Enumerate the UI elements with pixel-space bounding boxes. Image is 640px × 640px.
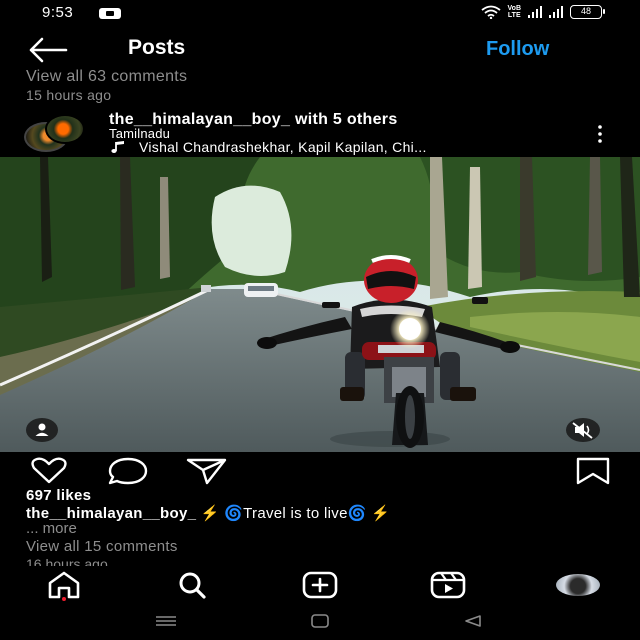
person-icon <box>35 423 49 436</box>
collaborator-avatar[interactable] <box>45 114 85 144</box>
heart-icon[interactable] <box>28 456 74 486</box>
volte-indicator: VoB LTE <box>508 5 521 19</box>
recent-apps-icon[interactable] <box>153 614 179 628</box>
post-caption: the__himalayan__boy_ ⚡ 🌀Travel is to liv… <box>26 504 390 522</box>
collaborators-link[interactable]: with 5 others <box>295 111 398 128</box>
caption-text: ⚡ 🌀Travel is to live🌀 ⚡ <box>200 505 391 522</box>
bookmark-icon[interactable] <box>570 456 616 486</box>
home-icon[interactable] <box>44 570 84 600</box>
plus-square-icon[interactable] <box>300 570 340 600</box>
likes-count[interactable]: 697 likes <box>26 487 91 504</box>
profile-avatar[interactable] <box>556 574 600 596</box>
notification-dot <box>62 597 66 601</box>
back-button-icon[interactable] <box>462 614 484 628</box>
message-notification-icon <box>99 8 121 19</box>
page-title: Posts <box>128 36 186 59</box>
wifi-icon <box>480 5 501 19</box>
view-comments-link[interactable]: View all 15 comments <box>26 538 178 555</box>
caption-more-link[interactable]: ... more <box>26 520 77 537</box>
paper-plane-icon[interactable] <box>184 456 230 486</box>
previous-post-time: 15 hours ago <box>26 87 112 103</box>
signal-icon-2 <box>549 6 563 18</box>
search-icon[interactable] <box>172 570 212 600</box>
follow-button[interactable]: Follow <box>486 38 549 61</box>
speaker-icon <box>572 422 593 439</box>
volte-top-label: VoB <box>507 5 521 12</box>
person-tag-icon[interactable] <box>26 418 58 442</box>
music-note-icon <box>111 141 124 153</box>
status-time: 9:53 <box>42 4 74 21</box>
previous-view-comments-link[interactable]: View all 63 comments <box>26 68 187 86</box>
home-button-icon[interactable] <box>309 614 331 628</box>
post-time: 16 hours ago <box>26 556 108 566</box>
comment-bubble-icon[interactable] <box>106 456 152 486</box>
vertical-dots-icon[interactable] <box>595 124 605 144</box>
arrow-left-icon[interactable] <box>26 36 70 64</box>
post-image[interactable] <box>0 157 640 452</box>
volte-bottom-label: LTE <box>507 12 521 19</box>
motorcycle-forest-road-photo <box>0 157 640 452</box>
signal-icon <box>528 6 542 18</box>
speaker-muted-icon[interactable] <box>566 418 600 442</box>
status-indicators: VoB LTE 48 <box>480 5 605 19</box>
reels-icon[interactable] <box>428 570 468 600</box>
battery-icon: 48 <box>570 5 605 19</box>
music-track[interactable]: Vishal Chandrashekhar, Kapil Kapilan, Ch… <box>139 139 427 155</box>
